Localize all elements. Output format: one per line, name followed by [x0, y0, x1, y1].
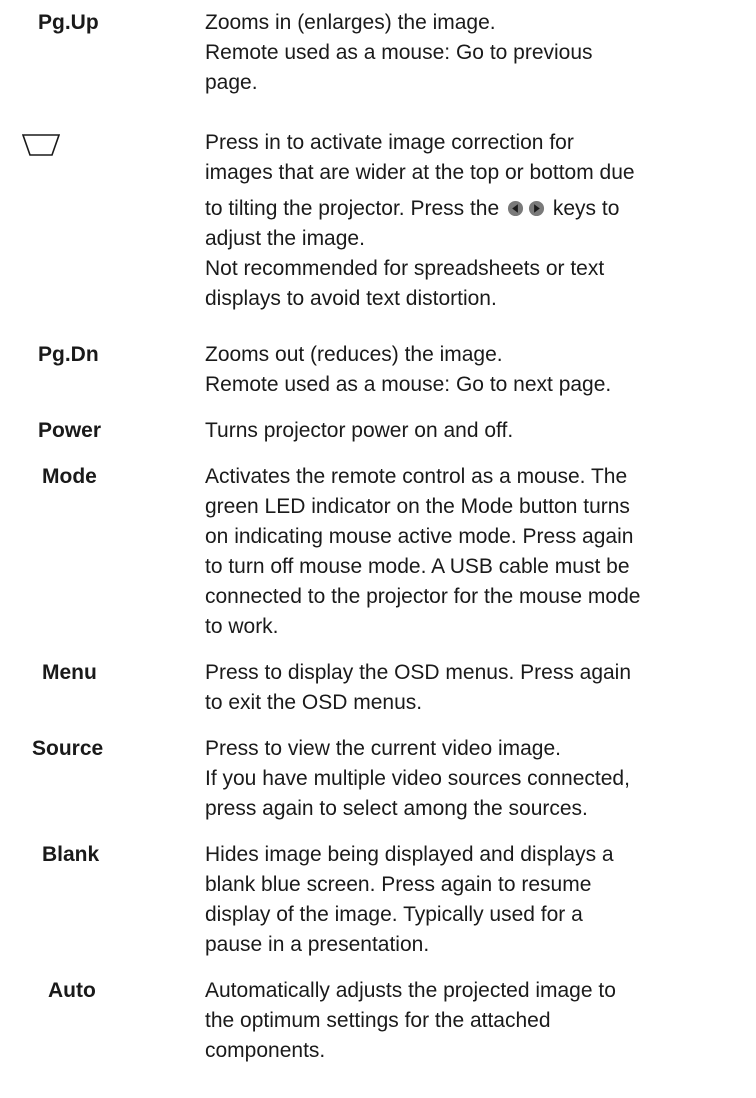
- description-line: pause in a presentation.: [205, 933, 430, 956]
- term-power: Power: [38, 419, 102, 442]
- description-line: to work.: [205, 615, 279, 638]
- description-auto: Automatically adjusts the projected imag…: [205, 976, 745, 1066]
- description-line: press again to select among the sources.: [205, 797, 588, 820]
- keystone-trapezoid-icon: [22, 134, 60, 156]
- description-line: images that are wider at the top or bott…: [205, 161, 635, 184]
- description-line: Zooms out (reduces) the image.: [205, 343, 503, 366]
- description-line: on indicating mouse active mode. Press a…: [205, 525, 634, 548]
- description-line: blank blue screen. Press again to resume: [205, 873, 592, 896]
- term-pg-up: Pg.Up: [38, 11, 99, 34]
- description-line: Automatically adjusts the projected imag…: [205, 979, 616, 1002]
- description-menu: Press to display the OSD menus. Press ag…: [205, 658, 745, 718]
- description-mode: Activates the remote control as a mouse.…: [205, 462, 745, 642]
- description-line: Press to view the current video image.: [205, 737, 561, 760]
- description-line: to turn off mouse mode. A USB cable must…: [205, 555, 630, 578]
- description-line: Press in to activate image correction fo…: [205, 131, 574, 154]
- description-blank: Hides image being displayed and displays…: [205, 840, 745, 960]
- description-line: Turns projector power on and off.: [205, 419, 514, 442]
- term-mode: Mode: [42, 465, 97, 488]
- description-line: Press to display the OSD menus. Press ag…: [205, 661, 632, 684]
- description-line: to exit the OSD menus.: [205, 691, 423, 714]
- term-blank: Blank: [42, 843, 100, 866]
- term-pg-dn: Pg.Dn: [38, 343, 99, 366]
- description-line: If you have multiple video sources conne…: [205, 767, 630, 790]
- description-line-with-arrows: to tilting the projector. Press the keys…: [205, 194, 745, 224]
- description-keystone: Press in to activate image correction fo…: [205, 128, 745, 314]
- term-source: Source: [32, 737, 104, 760]
- term-auto: Auto: [48, 979, 96, 1002]
- description-power: Turns projector power on and off.: [205, 416, 745, 446]
- right-arrow-circle-icon: [528, 200, 545, 217]
- term-menu: Menu: [42, 661, 97, 684]
- description-line: page.: [205, 71, 258, 94]
- description-line: displays to avoid text distortion.: [205, 287, 497, 310]
- description-line: adjust the image.: [205, 227, 365, 250]
- arrow-line-before: to tilting the projector. Press the: [205, 197, 500, 220]
- left-arrow-circle-icon: [507, 200, 524, 217]
- description-line: components.: [205, 1039, 326, 1062]
- description-line: Not recommended for spreadsheets or text: [205, 257, 605, 280]
- description-line: connected to the projector for the mouse…: [205, 585, 641, 608]
- description-pg-up: Zooms in (enlarges) the image. Remote us…: [205, 8, 745, 98]
- description-pg-dn: Zooms out (reduces) the image. Remote us…: [205, 340, 745, 400]
- description-line: Activates the remote control as a mouse.…: [205, 465, 628, 488]
- description-line: Hides image being displayed and displays…: [205, 843, 614, 866]
- description-source: Press to view the current video image. I…: [205, 734, 745, 824]
- description-line: display of the image. Typically used for…: [205, 903, 583, 926]
- description-line: Remote used as a mouse: Go to previous: [205, 41, 593, 64]
- description-line: the optimum settings for the attached: [205, 1009, 551, 1032]
- description-line: green LED indicator on the Mode button t…: [205, 495, 630, 518]
- description-line: Remote used as a mouse: Go to next page.: [205, 373, 612, 396]
- description-line: Zooms in (enlarges) the image.: [205, 11, 496, 34]
- arrow-line-after: keys to: [552, 197, 620, 220]
